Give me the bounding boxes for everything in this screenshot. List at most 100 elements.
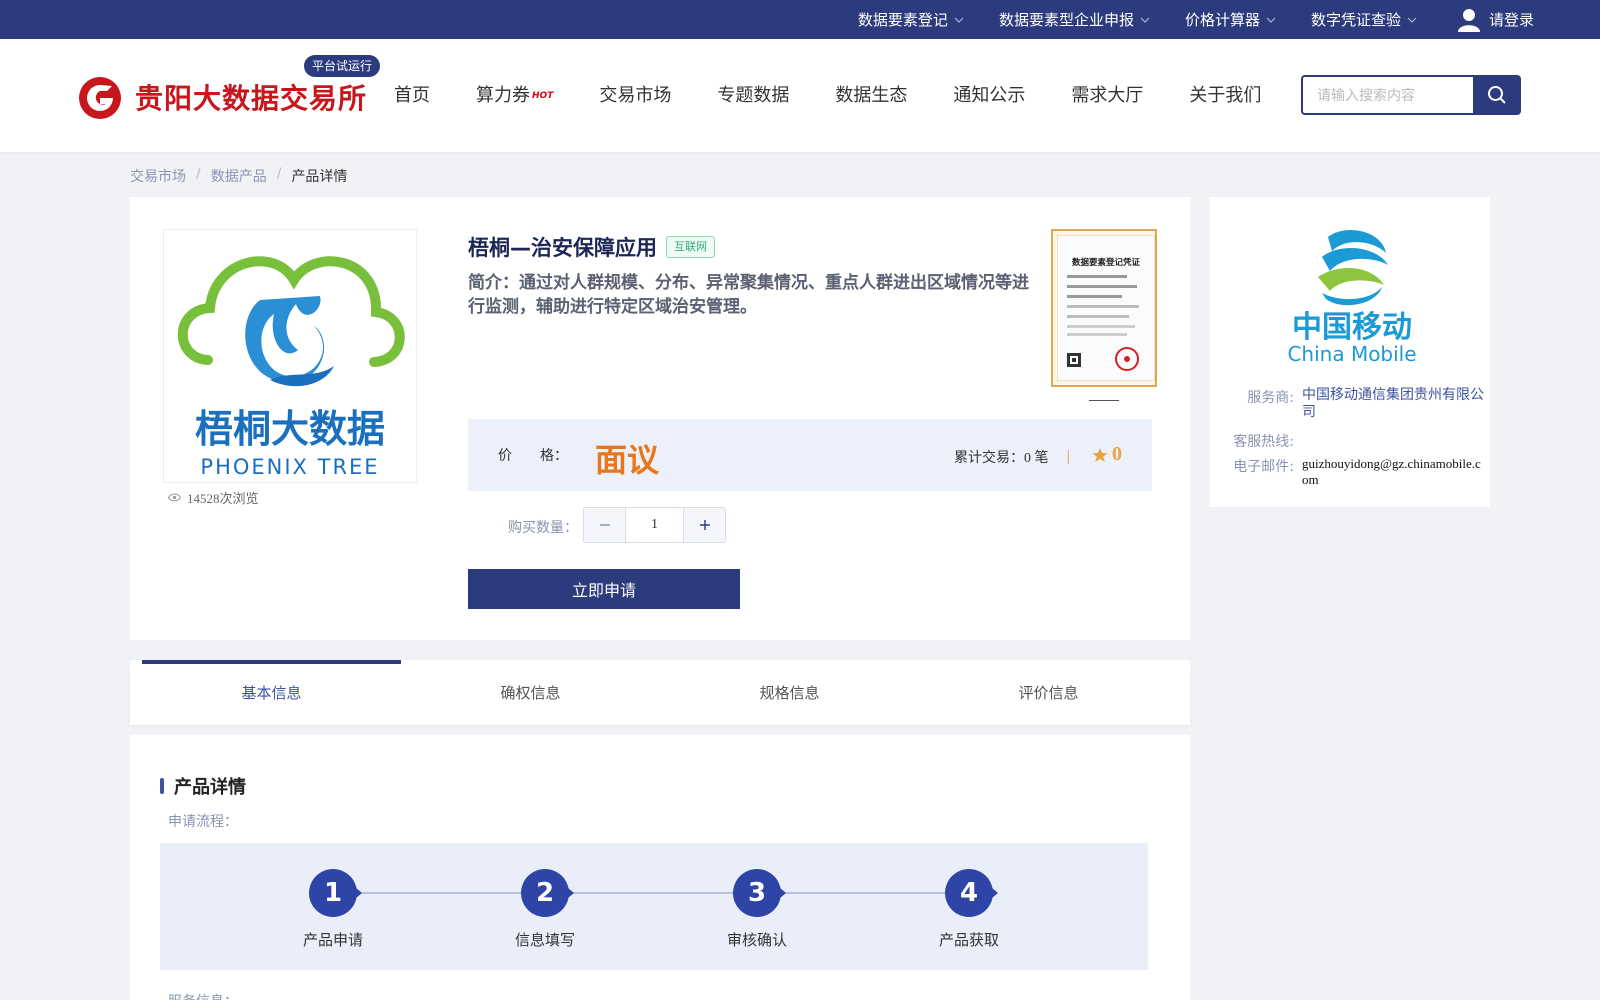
menu-label: 价格计算器	[1184, 11, 1260, 29]
chevron-down-icon	[954, 17, 964, 23]
chevron-down-icon	[1407, 17, 1417, 23]
menu-data-element-registration[interactable]: 数据要素登记	[858, 9, 965, 30]
china-mobile-logo: 中国移动 China Mobile	[1287, 230, 1417, 365]
provider-value[interactable]: 中国移动通信集团贵州有限公司	[1302, 387, 1484, 421]
nav-label: 数据生态	[835, 85, 908, 106]
product-title-row: 梧桐—治安保障应用 互联网	[468, 232, 715, 262]
step-3-label: 审核确认	[726, 931, 787, 949]
tab-rights-info[interactable]: 确权信息	[401, 660, 660, 725]
main-nav: 首页 算力券 HOT 交易市场 专题数据 数据生态 通知公示 需求大厅 关于我们	[394, 81, 1261, 111]
registration-certificate[interactable]: 数据要素登记凭证	[1051, 229, 1157, 387]
hotline-row: 客服热线:	[1230, 431, 1484, 451]
nav-label: 需求大厅	[1071, 85, 1144, 106]
top-menu: 数据要素登记 数据要素型企业申报 价格计算器 数字凭证查验 请登录	[824, 0, 1534, 39]
login-label: 请登录	[1488, 11, 1534, 29]
decrement-button[interactable]	[584, 508, 625, 542]
step-4-node: 4	[945, 869, 998, 917]
nav-label: 算力券	[476, 85, 530, 106]
nav-about[interactable]: 关于我们	[1189, 81, 1261, 111]
nav-label: 通知公示	[953, 85, 1026, 106]
star-icon	[1092, 447, 1108, 462]
tab-basic-info[interactable]: 基本信息	[142, 660, 401, 725]
application-flow: 1 产品申请 2 信息填写 3 审核确认 4 产品获取	[160, 843, 1148, 970]
certificate-thumbnail: 数据要素登记凭证	[1056, 234, 1156, 382]
hot-badge: HOT	[532, 91, 554, 101]
breadcrumb-market[interactable]: 交易市场	[130, 166, 186, 186]
breadcrumb-separator: /	[276, 166, 282, 182]
nav-label: 关于我们	[1189, 85, 1262, 106]
nav-market[interactable]: 交易市场	[599, 81, 671, 111]
svg-text:数据要素登记凭证: 数据要素登记凭证	[1072, 257, 1141, 268]
increment-button[interactable]	[684, 508, 725, 542]
product-intro: 简介：通过对人群规模、分布、异常聚集情况、重点人群进出区域情况等进行监测，辅助进…	[468, 273, 1029, 317]
hotline-value	[1302, 431, 1484, 451]
category-tag: 互联网	[666, 236, 715, 258]
quantity-value[interactable]: 1	[625, 508, 684, 542]
email-label: 电子邮件:	[1233, 459, 1294, 475]
site-header: 贵阳大数据交易所 平台试运行 首页 算力券 HOT 交易市场 专题数据 数据生态 …	[0, 39, 1600, 152]
breadcrumb-data-products[interactable]: 数据产品	[211, 166, 267, 186]
price-divider: |	[1066, 449, 1071, 465]
phoenix-tree-logo: 梧桐大数据 PHOENIX TREE	[177, 256, 405, 479]
quantity-label: 购买数量：	[508, 520, 578, 536]
step-2-node: 2	[521, 869, 574, 917]
view-count-text: 14528次浏览	[187, 491, 259, 506]
nav-home[interactable]: 首页	[394, 81, 430, 111]
email-value[interactable]: guizhouyidong@gz.chinamobile.com	[1302, 456, 1484, 488]
rating-value: 0	[1112, 443, 1122, 465]
provider-row: 服务商: 中国移动通信集团贵州有限公司	[1230, 387, 1484, 421]
nav-label: 首页	[394, 85, 430, 106]
supplier-card: 中国移动 China Mobile 服务商: 中国移动通信集团贵州有限公司 客服…	[1210, 197, 1490, 507]
price-label: 价 格：	[498, 448, 568, 464]
breadcrumb-current: 产品详情	[291, 169, 348, 185]
step-1-node: 1	[309, 869, 362, 917]
step-4-label: 产品获取	[938, 931, 999, 949]
service-info-label: 服务信息：	[168, 991, 238, 1000]
nav-label: 专题数据	[717, 85, 790, 106]
menu-certificate-verification[interactable]: 数字凭证查验	[1311, 9, 1418, 30]
login-button[interactable]: 请登录	[1457, 8, 1534, 32]
search-button[interactable]	[1473, 75, 1521, 115]
tab-spec-info[interactable]: 规格信息	[660, 660, 919, 725]
quantity-stepper: 1	[583, 507, 726, 543]
certificate-indicator	[1089, 400, 1119, 401]
flow-connector	[330, 892, 972, 894]
eye-icon	[168, 493, 181, 502]
top-utility-bar: 数据要素登记 数据要素型企业申报 价格计算器 数字凭证查验 请登录	[0, 0, 1600, 39]
svg-text:梧桐大数据: 梧桐大数据	[195, 407, 385, 451]
nav-topic-data[interactable]: 专题数据	[717, 81, 789, 111]
search-input[interactable]	[1301, 75, 1473, 115]
plus-icon	[699, 520, 710, 530]
nav-notices[interactable]: 通知公示	[953, 81, 1025, 111]
user-icon	[1457, 8, 1480, 32]
brand-name[interactable]: 贵阳大数据交易所	[135, 77, 367, 117]
apply-now-button[interactable]: 立即申请	[468, 569, 740, 609]
view-count: 14528次浏览	[168, 488, 259, 507]
menu-label: 数据要素型企业申报	[998, 11, 1134, 29]
minus-icon	[599, 524, 610, 526]
svg-text:China Mobile: China Mobile	[1287, 342, 1416, 365]
flow-label: 申请流程：	[168, 814, 238, 830]
menu-price-calculator[interactable]: 价格计算器	[1185, 9, 1277, 30]
tab-review-info[interactable]: 评价信息	[919, 660, 1178, 725]
nav-demand-hall[interactable]: 需求大厅	[1071, 81, 1143, 111]
exchange-logo-icon[interactable]	[79, 77, 121, 119]
provider-label: 服务商:	[1247, 390, 1294, 406]
chevron-down-icon	[1266, 17, 1276, 23]
chevron-down-icon	[1140, 17, 1150, 23]
product-card: 梧桐大数据 PHOENIX TREE 14528次浏览 梧桐—治安保障应用 互联…	[130, 197, 1190, 640]
product-title: 梧桐—治安保障应用	[468, 236, 657, 260]
section-title-text: 产品详情	[174, 777, 246, 798]
section-accent-bar	[160, 778, 164, 794]
nav-label: 交易市场	[599, 85, 672, 106]
menu-enterprise-declaration[interactable]: 数据要素型企业申报	[999, 9, 1151, 30]
rating: 0	[1092, 443, 1122, 466]
product-details: 产品详情 申请流程： 1 产品申请 2 信息填写 3 审核确认 4 产品获取 服…	[130, 735, 1190, 1000]
detail-tabs: 基本信息 确权信息 规格信息 评价信息	[130, 660, 1190, 725]
search-icon	[1488, 86, 1506, 104]
nav-ecosystem[interactable]: 数据生态	[835, 81, 907, 111]
price-panel: 价 格： 面议 累计交易：0 笔 | 0	[468, 419, 1152, 491]
breadcrumb-separator: /	[196, 166, 201, 182]
nav-compute-voucher[interactable]: 算力券 HOT	[476, 81, 553, 111]
product-image: 梧桐大数据 PHOENIX TREE	[163, 229, 417, 483]
